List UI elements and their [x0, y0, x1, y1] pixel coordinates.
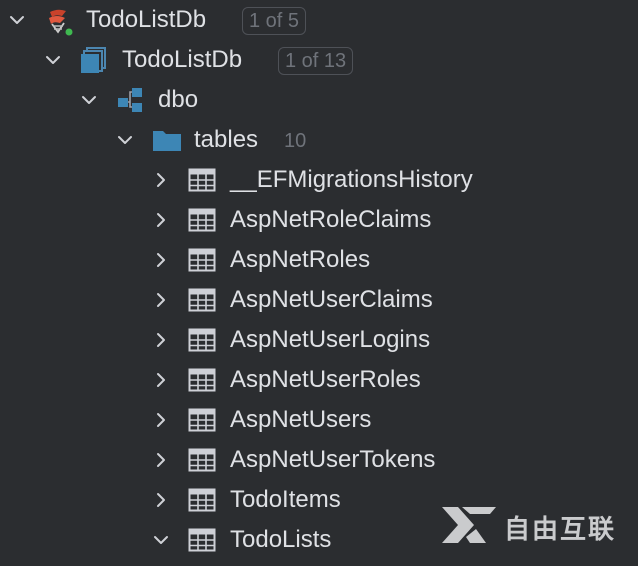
table-label: AspNetUsers: [230, 406, 372, 433]
tree-row-datasource[interactable]: TodoListDb 1 of 5: [0, 0, 638, 40]
chevron-right-icon[interactable]: [150, 369, 172, 391]
chevron-down-icon[interactable]: [150, 529, 172, 551]
table-label: AspNetUserRoles: [230, 366, 421, 393]
table-label: AspNetRoles: [230, 246, 371, 273]
chevron-right-icon[interactable]: [150, 449, 172, 471]
watermark: 自由互联: [440, 506, 616, 548]
tree-row-tables-folder[interactable]: tables 10: [0, 120, 638, 160]
chevron-down-icon[interactable]: [78, 89, 100, 111]
chevron-right-icon[interactable]: [150, 169, 172, 191]
table-label: TodoItems: [230, 486, 341, 513]
table-icon: [188, 246, 216, 274]
table-row[interactable]: AspNetUsers: [0, 400, 638, 440]
tree-row-schema[interactable]: dbo: [0, 80, 638, 120]
table-row[interactable]: AspNetRoles: [0, 240, 638, 280]
chevron-right-icon[interactable]: [150, 409, 172, 431]
table-icon: [188, 486, 216, 514]
table-icon: [188, 286, 216, 314]
table-label: AspNetUserLogins: [230, 326, 431, 353]
database-label: TodoListDb: [122, 46, 243, 73]
chevron-down-icon[interactable]: [6, 9, 28, 31]
sqlserver-datasource-icon: [44, 6, 73, 36]
datasource-count-badge: 1 of 5: [242, 7, 307, 35]
tables-folder-label: tables: [194, 126, 259, 153]
table-icon: [188, 206, 216, 234]
table-row[interactable]: AspNetUserClaims: [0, 280, 638, 320]
chevron-down-icon[interactable]: [42, 49, 64, 71]
table-icon: [188, 366, 216, 394]
watermark-logo-icon: [440, 505, 498, 550]
database-count-badge: 1 of 13: [278, 47, 354, 75]
folder-icon: [152, 126, 181, 154]
chevron-right-icon[interactable]: [150, 289, 172, 311]
tree-row-database[interactable]: TodoListDb 1 of 13: [0, 40, 638, 80]
table-icon: [188, 406, 216, 434]
table-icon: [188, 526, 216, 554]
table-row[interactable]: AspNetRoleClaims: [0, 200, 638, 240]
table-icon: [188, 446, 216, 474]
table-label: AspNetUserClaims: [230, 286, 433, 313]
chevron-down-icon[interactable]: [114, 129, 136, 151]
table-label: __EFMigrationsHistory: [230, 166, 473, 193]
table-row[interactable]: AspNetUserLogins: [0, 320, 638, 360]
table-label: AspNetUserTokens: [230, 446, 436, 473]
table-icon: [188, 326, 216, 354]
database-icon: [80, 46, 108, 74]
tables-count: 10: [284, 130, 307, 152]
watermark-text: 自由互联: [504, 514, 617, 545]
table-row[interactable]: __EFMigrationsHistory: [0, 160, 638, 200]
datasource-label: TodoListDb: [86, 6, 207, 33]
table-icon: [188, 166, 216, 194]
chevron-right-icon[interactable]: [150, 329, 172, 351]
table-label: TodoLists: [230, 526, 332, 553]
table-row[interactable]: AspNetUserTokens: [0, 440, 638, 480]
database-explorer-tree: TodoListDb 1 of 5 TodoListDb 1 of 13 dbo…: [0, 0, 638, 566]
schema-label: dbo: [158, 86, 199, 113]
chevron-right-icon[interactable]: [150, 489, 172, 511]
chevron-right-icon[interactable]: [150, 209, 172, 231]
schema-icon: [116, 86, 144, 114]
table-label: AspNetRoleClaims: [230, 206, 432, 233]
chevron-right-icon[interactable]: [150, 249, 172, 271]
table-row[interactable]: AspNetUserRoles: [0, 360, 638, 400]
